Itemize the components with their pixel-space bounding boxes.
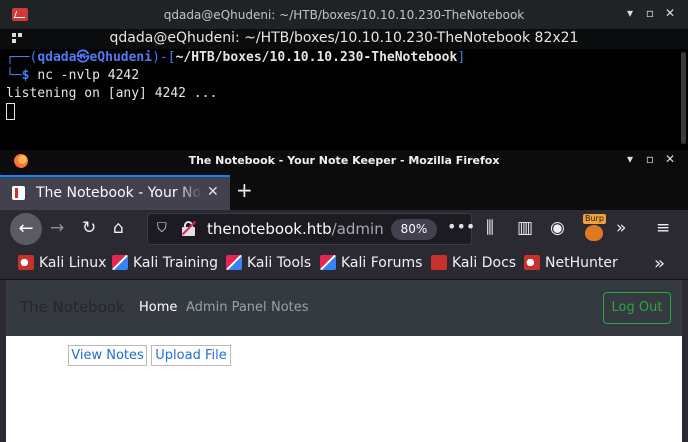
nethunter-icon — [524, 255, 540, 270]
kali-dragon-icon — [18, 255, 34, 270]
nav-home[interactable]: Home — [139, 300, 177, 315]
maximize-icon[interactable]: ▫ — [642, 6, 658, 20]
maximize-icon[interactable]: ▫ — [642, 152, 658, 166]
web-page: The Notebook Home Admin Panel Notes Log … — [6, 280, 682, 442]
site-navbar: The Notebook Home Admin Panel Notes Log … — [6, 280, 682, 336]
tracking-shield-icon[interactable]: ⛉ — [157, 221, 167, 236]
terminal-listen-output: listening on [any] 4242 ... — [6, 86, 218, 101]
site-brand[interactable]: The Notebook — [20, 298, 125, 316]
nav-notes[interactable]: Notes — [271, 300, 309, 315]
bookmark-label: Kali Training — [133, 255, 218, 271]
bookmark-kali-linux[interactable]: Kali Linux — [18, 255, 106, 271]
prompt-user: qdada — [37, 50, 77, 65]
terminal-cursor — [6, 103, 15, 120]
kali-icon — [112, 255, 128, 270]
terminal-window-title: qdada@eQhudeni: ~/HTB/boxes/10.10.10.230… — [163, 8, 525, 22]
bookmark-kali-docs[interactable]: Kali Docs — [431, 255, 516, 271]
notebook-favicon-icon — [12, 186, 25, 200]
insecure-lock-icon[interactable] — [181, 220, 197, 237]
url-path: /admin — [331, 220, 384, 238]
nav-admin-panel[interactable]: Admin Panel — [186, 300, 267, 315]
bookmark-label: Kali Docs — [452, 255, 517, 271]
kali-icon — [226, 255, 242, 270]
zoom-level-badge[interactable]: 80% — [391, 219, 437, 240]
bookmark-label: Kali Linux — [39, 255, 107, 271]
bookmark-kali-training[interactable]: Kali Training — [112, 255, 218, 271]
logout-button[interactable]: Log Out — [603, 292, 671, 324]
tab-close-icon[interactable]: ✕ — [207, 184, 219, 200]
tab-thenotebook[interactable]: The Notebook - Your Note Keeper ✕ — [0, 175, 230, 210]
extension-disc-icon[interactable]: ◉ — [550, 218, 565, 238]
upload-file-button[interactable]: Upload File — [151, 345, 231, 366]
firefox-window-title: The Notebook - Your Note Keeper - Mozill… — [188, 154, 500, 167]
kali-icon — [320, 255, 336, 270]
home-icon[interactable]: ⌂ — [113, 218, 124, 238]
bookmark-kali-forums[interactable]: Kali Forums — [320, 255, 422, 271]
forward-arrow-icon[interactable]: → — [50, 218, 64, 238]
minimize-icon[interactable]: ▾ — [622, 152, 638, 166]
prompt-host: eQhudeni — [89, 50, 153, 65]
minimize-icon[interactable]: ▾ — [622, 6, 638, 20]
back-arrow-icon[interactable]: ← — [10, 213, 42, 245]
navigation-toolbar: ← → ↻ ⌂ ⛉ thenotebook.htb/admin 80% ••• … — [0, 210, 688, 248]
reload-icon[interactable]: ↻ — [82, 218, 96, 238]
burp-badge: Burp — [583, 214, 606, 224]
window-border-right — [682, 280, 688, 442]
bookmarks-toolbar: Kali Linux Kali Training Kali Tools Kali… — [0, 248, 688, 280]
terminal-window[interactable]: qdada@eQhudeni: ~/HTB/boxes/10.10.10.230… — [0, 0, 688, 150]
bookmarks-overflow-icon[interactable]: » — [654, 253, 665, 274]
overflow-chevron-icon[interactable]: » — [616, 218, 626, 238]
bookmark-nethunter[interactable]: NetHunter — [524, 255, 618, 271]
close-icon[interactable]: ✕ — [662, 6, 678, 20]
firefox-titlebar[interactable]: The Notebook - Your Note Keeper - Mozill… — [0, 150, 688, 172]
bookmark-label: NetHunter — [545, 255, 618, 271]
tab-label-fade — [176, 183, 202, 205]
terminal-output[interactable]: ┌──(qdada㉿eQhudeni)-[~/HTB/boxes/10.10.1… — [6, 49, 465, 122]
terminal-scrollbar[interactable] — [681, 52, 686, 144]
burp-extension-icon[interactable]: Burp — [581, 214, 607, 244]
prompt-path: ~/HTB/boxes/10.10.10.230-TheNotebook — [175, 50, 458, 65]
close-icon[interactable]: ✕ — [662, 152, 678, 166]
docs-icon — [431, 255, 447, 270]
new-tab-plus-icon[interactable]: + — [236, 180, 253, 200]
terminal-titlebar[interactable]: qdada@eQhudeni: ~/HTB/boxes/10.10.10.230… — [0, 0, 688, 29]
sidebar-icon[interactable]: ▥ — [517, 218, 533, 238]
url-bar[interactable]: ⛉ thenotebook.htb/admin 80% ••• — [147, 213, 475, 245]
url-host: thenotebook.htb — [207, 220, 332, 238]
bookmark-label: Kali Forums — [341, 255, 423, 271]
tab-strip: The Notebook - Your Note Keeper ✕ + — [0, 172, 688, 210]
page-actions-more-icon[interactable]: ••• — [447, 217, 475, 236]
terminal-command: nc -nvlp 4242 — [37, 68, 140, 83]
terminal-tab-title: qdada@eQhudeni: ~/HTB/boxes/10.10.10.230… — [109, 30, 579, 46]
bookmark-kali-tools[interactable]: Kali Tools — [226, 255, 311, 271]
library-icon[interactable]: ⫼ — [486, 218, 494, 238]
bookmark-label: Kali Tools — [247, 255, 312, 271]
terminal-tab-bar: qdada@eQhudeni: ~/HTB/boxes/10.10.10.230… — [0, 29, 688, 49]
hamburger-menu-icon[interactable]: ≡ — [656, 218, 670, 238]
url-text[interactable]: thenotebook.htb/admin — [207, 220, 384, 238]
firefox-window: The Notebook - Your Note Keeper - Mozill… — [0, 150, 688, 442]
view-notes-button[interactable]: View Notes — [68, 345, 147, 366]
